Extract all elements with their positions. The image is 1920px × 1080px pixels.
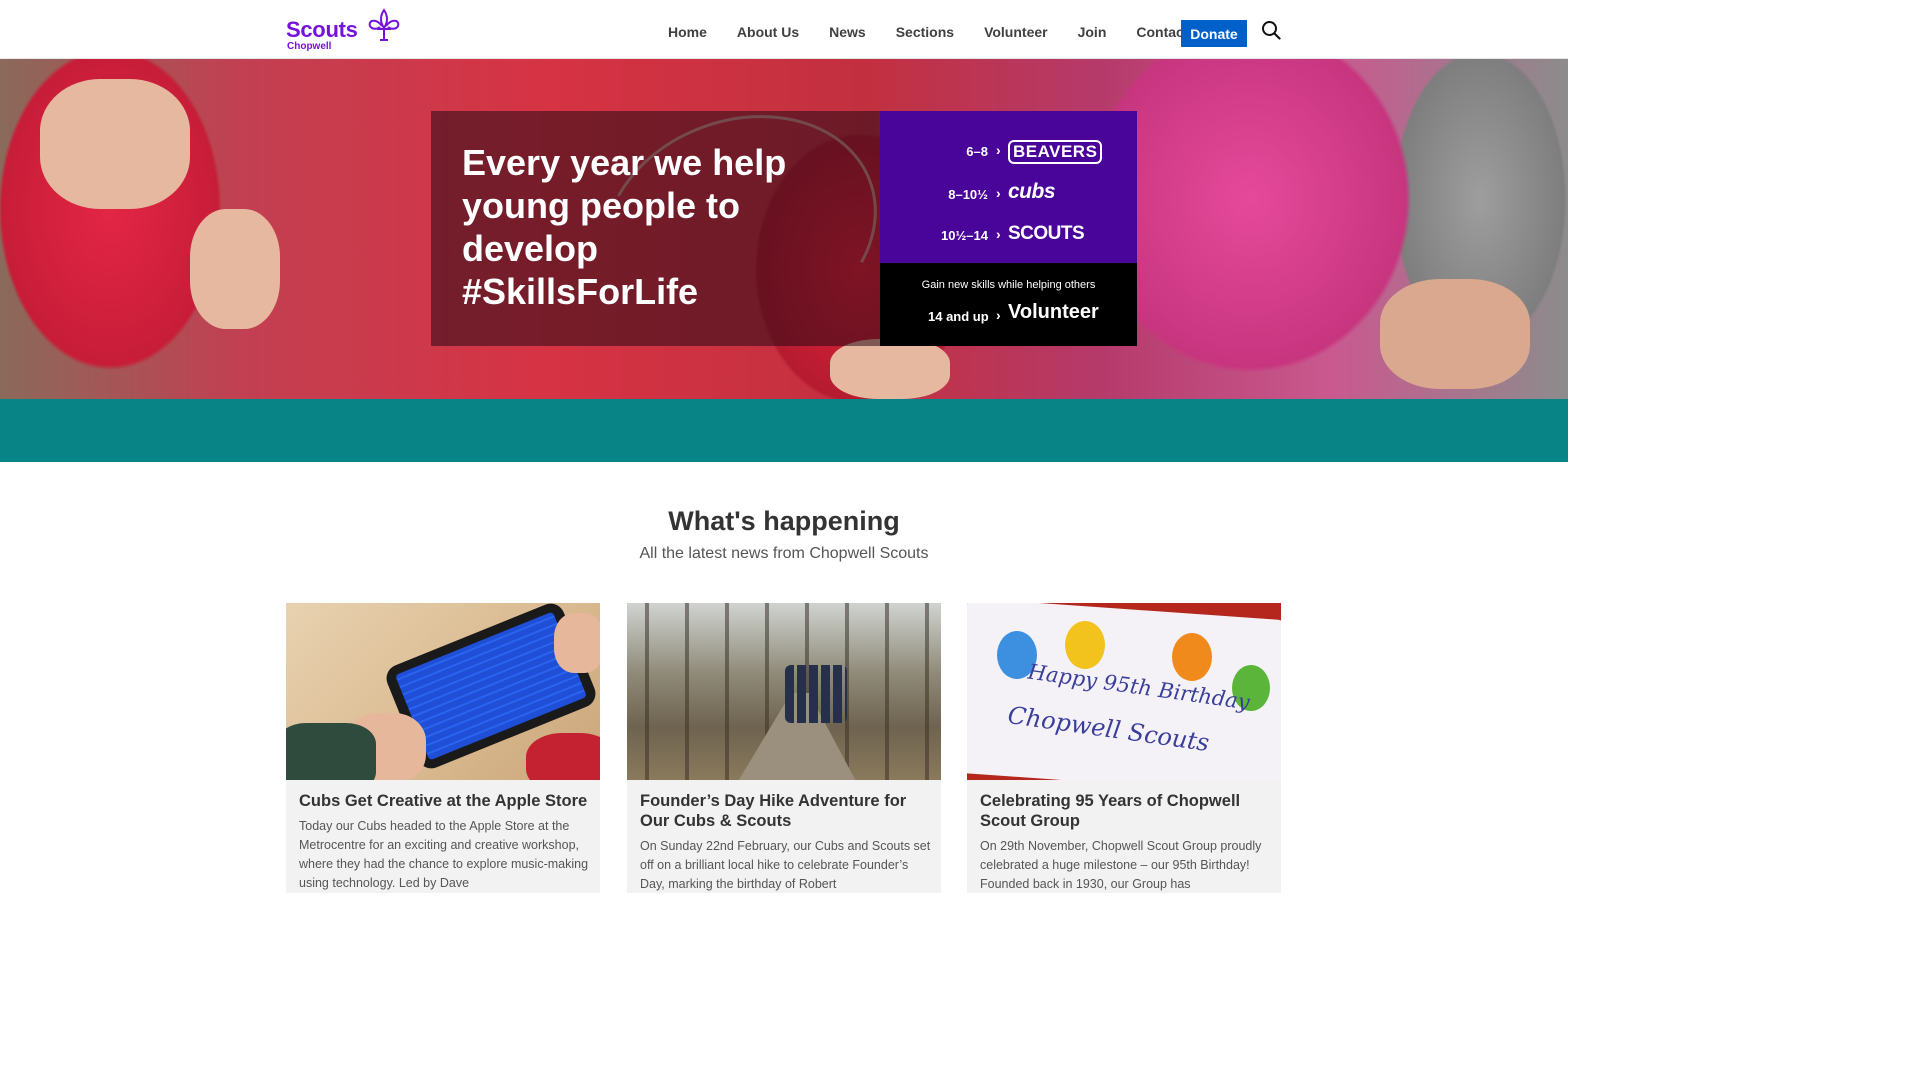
volunteer-age: 14 and up — [928, 309, 989, 324]
section-name: BEAVERS — [1008, 140, 1103, 164]
news-card[interactable]: Cubs Get Creative at the Apple Store Tod… — [286, 603, 600, 893]
site-logo[interactable]: Scouts Chopwell — [286, 8, 406, 52]
hero-photo-hand — [40, 79, 190, 209]
hero-heading: Every year we help young people to devel… — [462, 142, 787, 312]
chevron-right-icon: › — [996, 142, 1001, 158]
news-image-hike — [627, 603, 941, 780]
news-image-ipad — [286, 603, 600, 780]
balloon — [1172, 633, 1212, 681]
volunteer-tagline: Gain new skills while helping others — [921, 279, 1096, 291]
hero-photo-hand — [1380, 279, 1530, 389]
section-link-cubs[interactable]: 8–10½ › cubs — [880, 179, 1137, 209]
nav-sections[interactable]: Sections — [896, 24, 954, 40]
section-age: 8–10½ — [948, 187, 988, 202]
news-card-title: Founder’s Day Hike Adventure for Our Cub… — [640, 792, 907, 830]
search-icon[interactable] — [1261, 20, 1281, 40]
section-link-scouts[interactable]: 10½–14 › SCOUTS — [880, 220, 1137, 250]
hero-banner: Every year we help young people to devel… — [0, 59, 1568, 399]
news-card-title: Cubs Get Creative at the Apple Store — [299, 792, 588, 810]
site-header: Scouts Chopwell Home About Us News Secti… — [0, 0, 1568, 59]
section-age: 6–8 — [966, 144, 988, 159]
balloon — [1065, 621, 1105, 669]
volunteer-label: Volunteer — [1008, 301, 1099, 323]
hero-photo-hand — [830, 339, 950, 399]
news-card-excerpt: Today our Cubs headed to the Apple Store… — [299, 819, 589, 890]
section-age: 10½–14 — [941, 228, 988, 243]
logo-subtitle: Chopwell — [287, 41, 332, 52]
news-card[interactable]: Founder’s Day Hike Adventure for Our Cub… — [627, 603, 941, 893]
chevron-right-icon: › — [996, 185, 1001, 201]
logo-wordmark: Scouts — [286, 17, 358, 42]
sections-panel: 6–8 › BEAVERS 8–10½ › cubs 10½–14 › SCOU… — [880, 111, 1137, 263]
hand-right — [554, 613, 600, 673]
volunteer-link[interactable]: Gain new skills while helping others 14 … — [880, 263, 1137, 346]
nav-about-us[interactable]: About Us — [737, 24, 799, 40]
nav-home[interactable]: Home — [668, 24, 707, 40]
news-card-excerpt: On 29th November, Chopwell Scout Group p… — [980, 839, 1262, 891]
donate-button[interactable]: Donate — [1181, 20, 1247, 47]
main-nav: Home About Us News Sections Volunteer Jo… — [668, 24, 1219, 40]
section-name: cubs — [1008, 180, 1056, 203]
nav-volunteer[interactable]: Volunteer — [984, 24, 1048, 40]
sleeve-left — [286, 723, 376, 780]
news-section-subtitle: All the latest news from Chopwell Scouts — [639, 545, 929, 562]
section-name: SCOUTS — [1008, 223, 1085, 244]
news-image-cake: Happy 95th Birthday Chopwell Scouts — [967, 603, 1281, 780]
nav-join[interactable]: Join — [1078, 24, 1107, 40]
section-link-beavers[interactable]: 6–8 › BEAVERS — [880, 136, 1137, 166]
hero-text-panel: Every year we help young people to devel… — [431, 111, 880, 346]
hero-photo-hand — [190, 209, 280, 329]
sleeve-right — [526, 733, 600, 780]
news-section-title: What's happening — [668, 506, 900, 536]
news-card[interactable]: Happy 95th Birthday Chopwell Scouts Cele… — [967, 603, 1281, 893]
fleur-de-lis-icon — [368, 8, 400, 41]
news-card-title: Celebrating 95 Years of Chopwell Scout G… — [980, 792, 1241, 830]
news-card-excerpt: On Sunday 22nd February, our Cubs and Sc… — [640, 839, 931, 891]
chevron-right-icon: › — [996, 307, 1001, 323]
hikers-group — [785, 665, 847, 723]
nav-news[interactable]: News — [829, 24, 866, 40]
teal-divider-band — [0, 399, 1568, 462]
chevron-right-icon: › — [996, 226, 1001, 242]
